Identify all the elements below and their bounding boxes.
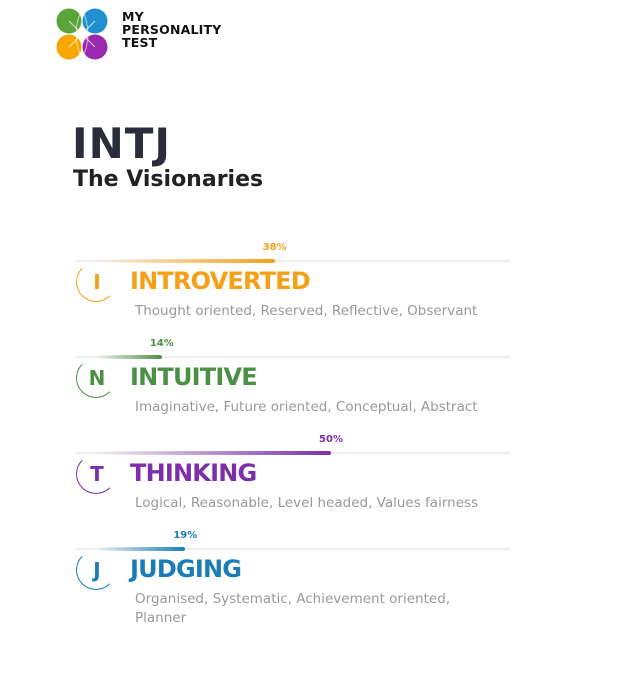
logo-mark-icon: [56, 7, 108, 61]
trait-bar-fill: [96, 259, 275, 263]
trait-introverted: 38% I INTROVERTED Thought oriented, Rese…: [76, 242, 516, 322]
trait-description: Imaginative, Future oriented, Conceptual…: [135, 399, 478, 415]
personality-type-code: INTJ: [72, 119, 172, 168]
brand-name: MY PERSONALITY TEST: [122, 10, 221, 49]
trait-bar-fill: [96, 451, 331, 455]
trait-percent: 50%: [319, 434, 343, 445]
trait-letter: N: [88, 366, 106, 390]
trait-percent: 38%: [262, 242, 287, 253]
trait-title: INTUITIVE: [130, 363, 258, 391]
trait-percent: 14%: [149, 338, 174, 349]
trait-title: INTROVERTED: [130, 267, 311, 295]
trait-percent: 19%: [173, 530, 198, 541]
brand-name-line: TEST: [122, 35, 158, 50]
trait-intuitive: 14% N INTUITIVE Imaginative, Future orie…: [76, 338, 516, 418]
trait-letter: J: [93, 558, 101, 582]
trait-letter: I: [93, 270, 101, 294]
brand-logo[interactable]: MY PERSONALITY TEST: [54, 6, 234, 62]
trait-title: THINKING: [130, 459, 257, 487]
trait-thinking: 50% T THINKING Logical, Reasonable, Leve…: [76, 434, 516, 514]
personality-type-name: The Visionaries: [73, 167, 264, 192]
trait-description: Logical, Reasonable, Level headed, Value…: [135, 495, 479, 511]
trait-letter: T: [90, 462, 104, 486]
trait-title: JUDGING: [130, 555, 242, 583]
trait-description: Thought oriented, Reserved, Reflective, …: [135, 303, 478, 319]
trait-description: Organised, Systematic, Achievement orien…: [135, 591, 451, 626]
trait-judging: 19% J JUDGING Organised, Systematic, Ach…: [76, 530, 516, 626]
